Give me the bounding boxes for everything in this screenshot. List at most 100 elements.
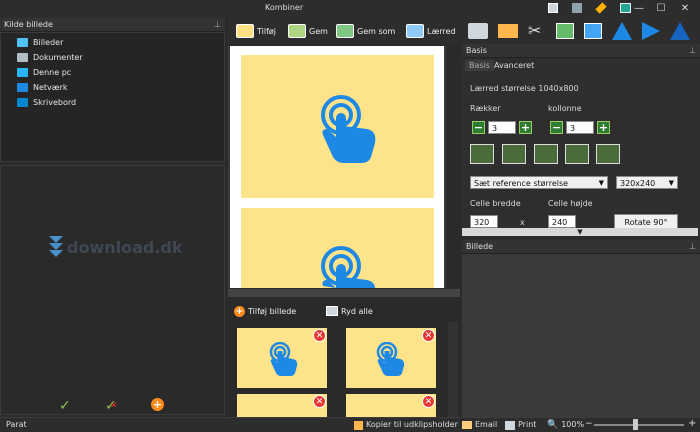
remove-thumbnail-icon[interactable]: ✕ bbox=[422, 329, 435, 342]
canvas-hscroll[interactable] bbox=[228, 289, 460, 297]
zoom-indicator: 🔍 100% bbox=[547, 420, 585, 430]
canvas-page bbox=[230, 46, 444, 288]
strip-thumbnail[interactable]: ✕ bbox=[346, 328, 436, 388]
clear-icon bbox=[326, 306, 338, 316]
canvas-area bbox=[228, 46, 458, 288]
save-button[interactable]: Gem bbox=[288, 24, 328, 38]
minimize-icon[interactable]: — bbox=[629, 2, 649, 16]
status-text: Parat bbox=[6, 420, 27, 429]
pin-icon[interactable]: ⊥ bbox=[689, 240, 696, 254]
email-icon[interactable] bbox=[498, 24, 518, 38]
printer-icon[interactable] bbox=[468, 23, 488, 39]
accept-remove-icon[interactable]: ✓ ✕ bbox=[105, 398, 118, 414]
remove-thumbnail-icon[interactable]: ✕ bbox=[422, 395, 435, 408]
middle-toolbar: Tilføj Gem Gem som Lærred bbox=[228, 18, 460, 44]
triangle-icon[interactable] bbox=[670, 22, 690, 40]
remove-thumbnail-icon[interactable]: ✕ bbox=[313, 329, 326, 342]
pin-icon[interactable]: ⊥ bbox=[689, 44, 696, 58]
add-button[interactable]: Tilføj bbox=[236, 24, 276, 38]
email-button[interactable]: Email bbox=[462, 418, 497, 432]
strip-scrollbar[interactable] bbox=[448, 322, 458, 418]
layout-preset-thumbnail[interactable] bbox=[470, 144, 494, 164]
canvas-scrollbar[interactable] bbox=[446, 46, 458, 288]
canvas-icon bbox=[406, 24, 424, 38]
pin-icon[interactable]: ⊥ bbox=[214, 18, 221, 32]
download-arrow-icon bbox=[49, 236, 63, 258]
layout-preset-thumbnail[interactable] bbox=[565, 144, 589, 164]
panel-splitter[interactable]: ▼ bbox=[462, 228, 698, 236]
rows-label: Rækker bbox=[470, 104, 501, 113]
cols-input[interactable]: 3 bbox=[566, 121, 594, 134]
basis-panel-title: Basis ⊥ bbox=[462, 44, 700, 58]
layout-preset-thumbnail[interactable] bbox=[596, 144, 620, 164]
close-icon[interactable]: ✕ bbox=[675, 2, 695, 16]
cols-increment-button[interactable]: + bbox=[597, 121, 610, 134]
cell-width-label: Celle bredde bbox=[470, 199, 521, 208]
strip-thumbnail[interactable]: ✕ bbox=[346, 394, 436, 418]
save-image-icon bbox=[288, 24, 306, 38]
pictures-folder-icon bbox=[17, 37, 28, 47]
email-icon bbox=[462, 421, 472, 429]
rows-decrement-button[interactable]: − bbox=[472, 121, 485, 134]
paste-icon[interactable] bbox=[584, 23, 602, 39]
tree-item-pictures[interactable]: Billeder bbox=[17, 35, 63, 49]
add-image-button[interactable]: + Tilføj billede bbox=[234, 306, 296, 317]
add-image-icon bbox=[236, 24, 254, 38]
print-button[interactable]: Print bbox=[505, 418, 536, 432]
rotate-button[interactable]: Rotate 90° bbox=[614, 214, 678, 229]
source-panel-title: Kilde billede ⊥ bbox=[0, 18, 225, 32]
tree-item-documents[interactable]: Dokumenter bbox=[17, 50, 83, 64]
computer-icon bbox=[17, 67, 28, 77]
watermark: download.dk bbox=[67, 238, 183, 257]
strip-thumbnail[interactable]: ✕ bbox=[237, 394, 327, 418]
accept-check-icon[interactable]: ✓ bbox=[59, 398, 71, 414]
zoom-slider[interactable] bbox=[594, 424, 684, 426]
zoom-in-button[interactable]: + bbox=[688, 418, 696, 429]
touch-hand-icon bbox=[321, 95, 376, 163]
clear-all-button[interactable]: Ryd alle bbox=[326, 306, 373, 316]
tree-item-desktop[interactable]: Skrivebord bbox=[17, 95, 76, 109]
maximize-icon[interactable]: ☐ bbox=[651, 2, 671, 16]
cols-decrement-button[interactable]: − bbox=[550, 121, 563, 134]
zoom-slider-handle[interactable] bbox=[633, 419, 638, 430]
toolbar-right-top bbox=[548, 2, 631, 14]
cell-width-input[interactable]: 320 bbox=[470, 215, 498, 228]
tab-basis[interactable]: Basis bbox=[465, 60, 494, 71]
source-preview: download.dk ✓ ✓ ✕ + bbox=[0, 165, 225, 415]
add-circle-icon[interactable]: + bbox=[151, 398, 164, 411]
scissors-icon[interactable]: ✂ bbox=[528, 22, 546, 40]
copy-clipboard-button[interactable]: Kopier til udklipsholder bbox=[354, 418, 458, 432]
rows-input[interactable]: 3 bbox=[488, 121, 516, 134]
zoom-out-button[interactable]: − bbox=[585, 419, 593, 429]
network-icon bbox=[17, 82, 28, 92]
magnifier-icon: 🔍 bbox=[547, 420, 559, 430]
clipboard-icon bbox=[354, 420, 363, 430]
tree-item-network[interactable]: Netværk bbox=[17, 80, 68, 94]
desktop-icon bbox=[17, 97, 28, 107]
flip-icon[interactable] bbox=[612, 22, 632, 40]
cell-height-label: Celle højde bbox=[548, 199, 593, 208]
reference-size-select[interactable]: Sæt reference størrelse ▼ bbox=[470, 176, 608, 189]
copy-icon[interactable] bbox=[556, 23, 574, 39]
touch-hand-icon bbox=[321, 246, 376, 288]
canvas-cell bbox=[241, 55, 434, 198]
rows-increment-button[interactable]: + bbox=[519, 121, 532, 134]
document-icon[interactable] bbox=[548, 3, 558, 13]
play-icon[interactable] bbox=[642, 22, 660, 40]
cell-height-input[interactable]: 240 bbox=[548, 215, 576, 228]
tree-item-this-pc[interactable]: Denne pc bbox=[17, 65, 71, 79]
size-select[interactable]: 320x240 ▼ bbox=[616, 176, 678, 189]
layout-preset-thumbnail[interactable] bbox=[534, 144, 558, 164]
remove-thumbnail-icon[interactable]: ✕ bbox=[313, 395, 326, 408]
folder-tree: Billeder Dokumenter Denne pc Netværk Skr… bbox=[0, 32, 225, 162]
tab-advanced[interactable]: Avanceret bbox=[494, 61, 534, 70]
printer-icon bbox=[505, 420, 515, 430]
folder-icon[interactable] bbox=[572, 3, 582, 13]
save-as-button[interactable]: Gem som bbox=[336, 24, 395, 38]
chevron-down-icon: ▼ bbox=[598, 179, 604, 187]
canvas-button[interactable]: Lærred bbox=[406, 24, 456, 38]
pencil-icon[interactable] bbox=[595, 2, 607, 14]
strip-thumbnail[interactable]: ✕ bbox=[237, 328, 327, 388]
touch-hand-icon bbox=[269, 342, 298, 376]
layout-preset-thumbnail[interactable] bbox=[502, 144, 526, 164]
